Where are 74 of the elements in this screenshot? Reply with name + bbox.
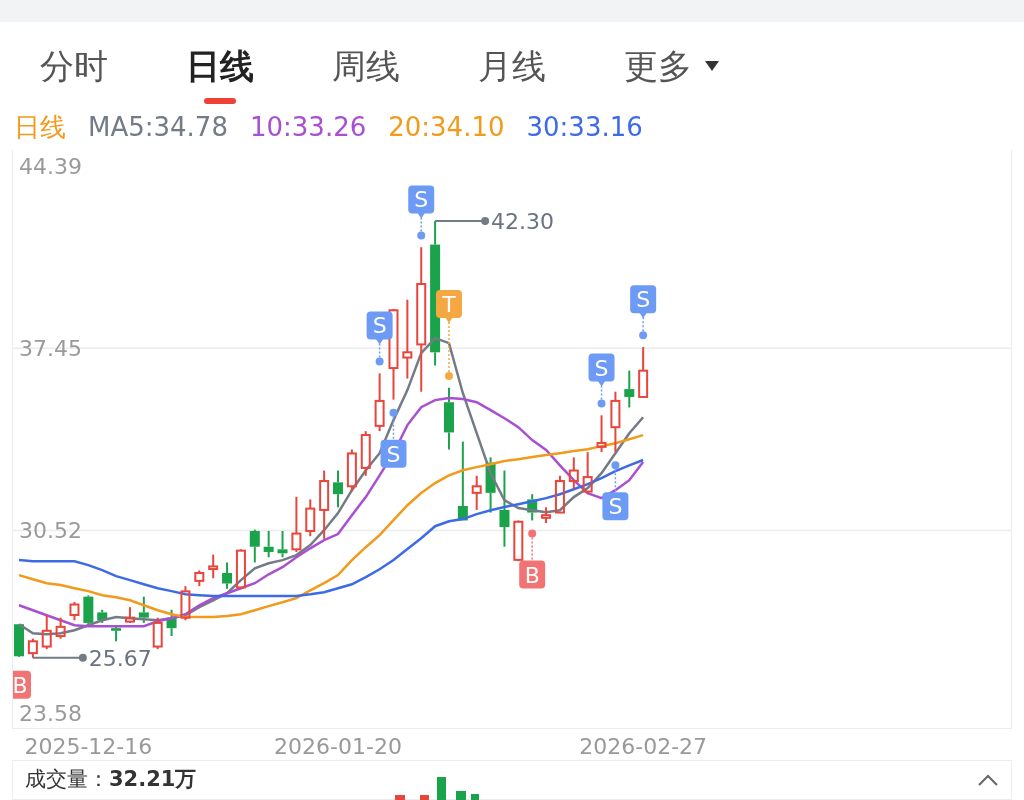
candlestick: [152, 616, 163, 651]
annotation: 42.30: [491, 208, 555, 234]
caret-down-icon: [704, 60, 720, 72]
ma-value: 30:33.16: [526, 110, 643, 144]
annotation: S: [594, 355, 609, 381]
period-tab[interactable]: 更多: [624, 44, 720, 104]
candlestick: [83, 594, 94, 627]
candlestick: [596, 414, 607, 454]
annotation: S: [636, 287, 651, 313]
candlestick: [277, 529, 288, 559]
candlestick: [166, 608, 177, 638]
candlestick: [513, 519, 524, 563]
annotation: S: [414, 187, 429, 213]
candlestick: [527, 493, 538, 522]
signal-badge: S: [602, 461, 629, 521]
axis-label: 23.58: [19, 700, 82, 726]
collapse-caret-icon[interactable]: [977, 773, 999, 787]
candlestick: [554, 474, 565, 514]
candlestick: [374, 372, 385, 433]
candlestick: [346, 448, 357, 493]
candlestick: [41, 614, 52, 651]
candlestick: [568, 456, 579, 490]
annotation: 25.67: [88, 645, 152, 671]
period-label: 日线: [14, 110, 66, 144]
candlestick: [138, 595, 149, 624]
volume-label: 成交量：32.21万: [25, 766, 197, 794]
signal-badge: S: [380, 408, 407, 468]
axis-label: 37.45: [19, 336, 82, 362]
candlestick: [305, 498, 316, 538]
candlestick: [360, 430, 371, 477]
candlestick: [638, 346, 649, 398]
ma-value: MA5:34.78: [88, 110, 228, 144]
candlestick: [69, 600, 80, 622]
candlestick: [14, 623, 24, 659]
ma-value: 10:33.26: [249, 110, 367, 144]
candlestick: [55, 616, 66, 640]
annotation: B: [524, 562, 540, 588]
candlestick: [582, 451, 593, 496]
candlestick: [443, 386, 454, 451]
candlestick: [610, 390, 621, 454]
candlestick: [249, 528, 260, 564]
signal-badge: T: [435, 289, 462, 380]
candlestick: [208, 553, 219, 580]
axis-label: 30.52: [19, 518, 82, 544]
candlestick: [333, 469, 343, 509]
date-label: 2025-12-16: [24, 733, 153, 761]
annotation: S: [372, 313, 387, 339]
candlestick: [235, 548, 246, 590]
candlestick: [541, 506, 552, 525]
candlestick: [485, 456, 496, 514]
candlestick: [624, 369, 635, 409]
date-label: 2026-01-20: [274, 733, 402, 761]
candlestick: [97, 608, 108, 624]
candlestick: [180, 585, 191, 622]
annotation: T: [441, 291, 457, 317]
annotation: S: [608, 494, 623, 520]
annotation: S: [386, 441, 401, 467]
ma-value: 20:34.10: [388, 110, 505, 144]
period-tab[interactable]: 分时: [40, 44, 108, 104]
signal-badge: B: [519, 529, 546, 589]
candlestick: [471, 474, 482, 511]
signal-badge: B: [13, 670, 31, 699]
candlestick: [291, 495, 302, 553]
candlestick: [222, 561, 233, 590]
axis-label: 44.39: [19, 154, 82, 180]
period-tab[interactable]: 周线: [332, 44, 400, 104]
period-tab[interactable]: 日线: [186, 44, 254, 104]
candlestick: [124, 606, 135, 624]
candlestick: [263, 529, 274, 559]
candlestick: [319, 469, 330, 540]
candlestick: [194, 569, 205, 588]
period-tab[interactable]: 月线: [478, 44, 546, 104]
candlestick: [27, 637, 38, 659]
date-label: 2026-02-27: [579, 733, 708, 761]
